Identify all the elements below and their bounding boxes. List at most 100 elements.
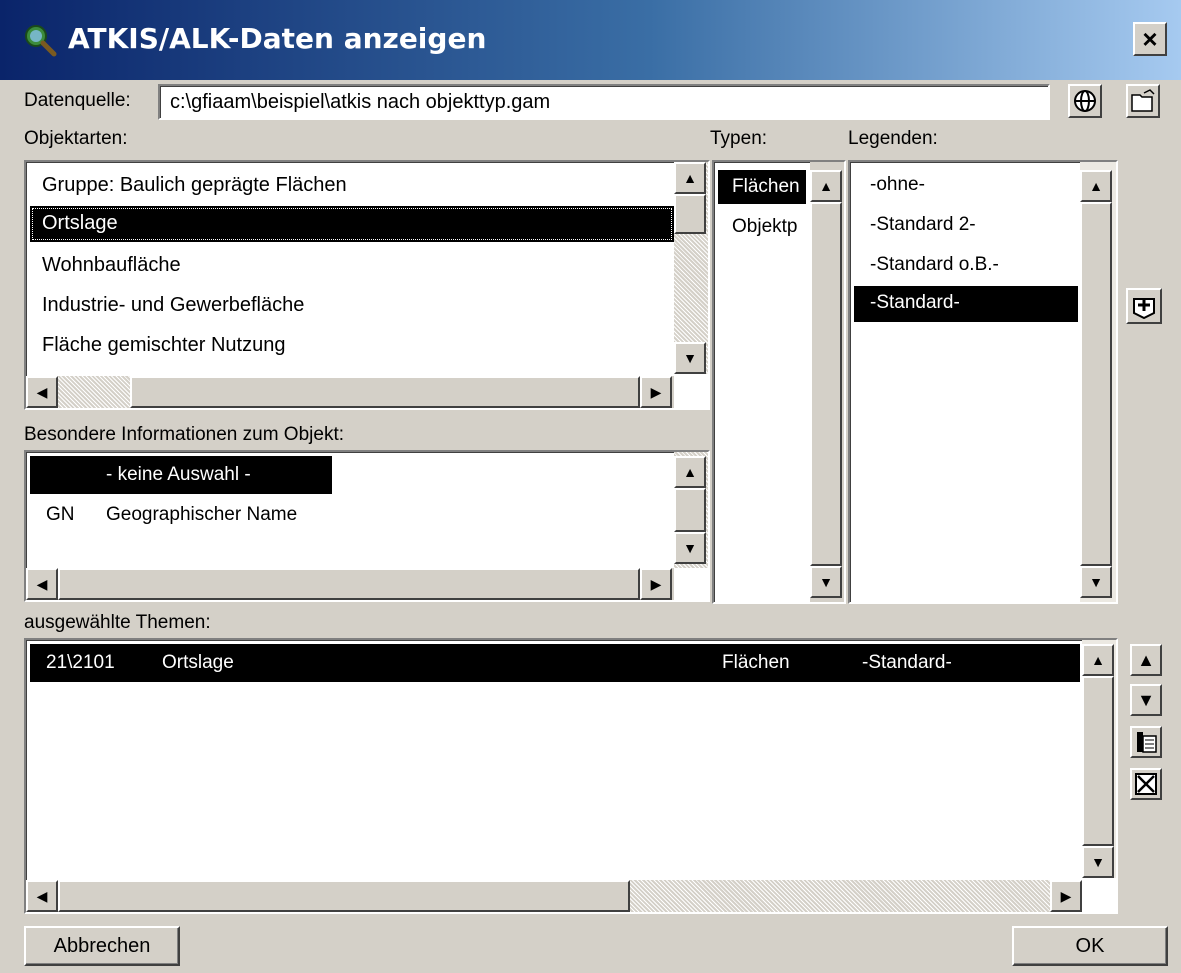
arrow-up-icon: ▲ (683, 170, 697, 186)
delete-icon (1135, 773, 1157, 795)
open-folder-icon (1131, 89, 1155, 112)
scroll-thumb[interactable] (58, 880, 630, 912)
legenden-label: Legenden: (848, 128, 938, 149)
arrow-down-icon: ▼ (683, 350, 697, 366)
ok-button[interactable]: OK (1012, 926, 1168, 966)
typen-list[interactable]: Flächen Objektp ▲ ▼ (712, 160, 846, 604)
arrow-right-icon: ▶ (650, 383, 662, 400)
arrow-down-icon: ▼ (1137, 689, 1155, 710)
scroll-left-button[interactable]: ◀ (26, 568, 58, 600)
scroll-up-button[interactable]: ▲ (1080, 170, 1112, 202)
themen-row-selected[interactable]: 21\2101 Ortslage Flächen -Standard- (30, 644, 1080, 682)
legenden-list[interactable]: -ohne- -Standard 2- -Standard o.B.- -Sta… (848, 160, 1118, 604)
arrow-right-icon: ▶ (650, 575, 662, 592)
arrow-left-icon: ◀ (36, 383, 48, 400)
typen-item[interactable]: Objektp (732, 216, 797, 238)
properties-button[interactable] (1130, 726, 1162, 758)
scroll-left-button[interactable]: ◀ (26, 880, 58, 912)
scroll-thumb[interactable] (810, 202, 842, 566)
arrow-up-icon: ▲ (819, 178, 833, 194)
cancel-button[interactable]: Abbrechen (24, 926, 180, 966)
scroll-down-button[interactable]: ▼ (1082, 846, 1114, 878)
datasource-browse-button[interactable] (1126, 84, 1160, 118)
themen-typ: Flächen (722, 652, 790, 673)
datasource-value: c:\gfiaam\beispiel\atkis nach objekttyp.… (170, 91, 551, 113)
add-theme-icon (1133, 298, 1155, 319)
datasource-info-button[interactable] (1068, 84, 1102, 118)
objektarten-label: Objektarten: (24, 128, 128, 149)
arrow-right-icon: ▶ (1060, 887, 1072, 904)
typen-item-selected[interactable]: Flächen (718, 170, 806, 204)
objektarten-item-selected[interactable]: Ortslage (30, 206, 674, 242)
globe-icon (1074, 90, 1096, 112)
scroll-down-button[interactable]: ▼ (674, 532, 706, 564)
scroll-down-button[interactable]: ▼ (1080, 566, 1112, 598)
cancel-button-label: Abbrechen (53, 934, 151, 957)
datasource-field[interactable]: c:\gfiaam\beispiel\atkis nach objekttyp.… (158, 84, 1050, 120)
scroll-thumb[interactable] (1080, 202, 1112, 566)
arrow-up-icon: ▲ (1089, 178, 1103, 194)
scroll-right-button[interactable]: ▶ (1050, 880, 1082, 912)
scroll-up-button[interactable]: ▲ (674, 162, 706, 194)
arrow-down-icon: ▼ (819, 574, 833, 590)
arrow-down-icon: ▼ (1089, 574, 1103, 590)
besondere-label: Besondere Informationen zum Objekt: (24, 424, 345, 445)
arrow-down-icon: ▼ (683, 540, 697, 556)
objektarten-item[interactable]: Wohnbaufläche (42, 254, 181, 277)
window-title: ATKIS/ALK-Daten anzeigen (68, 22, 487, 55)
scroll-thumb[interactable] (674, 194, 706, 234)
scroll-track[interactable] (58, 376, 130, 408)
typen-item-label: Flächen (732, 176, 800, 197)
legenden-item-selected[interactable]: -Standard- (854, 286, 1078, 322)
magnifier-globe-icon (22, 22, 58, 58)
scroll-up-button[interactable]: ▲ (674, 456, 706, 488)
legenden-item[interactable]: -ohne- (870, 174, 925, 196)
scroll-thumb[interactable] (130, 376, 640, 408)
scroll-right-button[interactable]: ▶ (640, 568, 672, 600)
arrow-down-icon: ▼ (1091, 854, 1105, 870)
objektarten-item-label: Ortslage (42, 212, 118, 234)
scroll-down-button[interactable]: ▼ (674, 342, 706, 374)
arrow-up-icon: ▲ (683, 464, 697, 480)
move-up-button[interactable]: ▲ (1130, 644, 1162, 676)
properties-icon (1137, 732, 1157, 753)
besondere-name: Geographischer Name (106, 504, 298, 525)
close-icon: × (1142, 24, 1158, 54)
scroll-thumb[interactable] (58, 568, 640, 600)
legenden-item[interactable]: -Standard 2- (870, 214, 976, 236)
besondere-row[interactable]: GN Geographischer Name (26, 502, 666, 538)
close-button[interactable]: × (1133, 22, 1167, 56)
objektarten-item[interactable]: Gruppe: Baulich geprägte Flächen (42, 174, 347, 197)
scroll-thumb[interactable] (674, 488, 706, 532)
add-theme-button[interactable] (1126, 288, 1162, 324)
arrow-up-icon: ▲ (1091, 652, 1105, 668)
besondere-name: - keine Auswahl - (106, 464, 251, 485)
delete-button[interactable] (1130, 768, 1162, 800)
themen-code: 21\2101 (46, 652, 115, 673)
legenden-item[interactable]: -Standard o.B.- (870, 254, 999, 276)
scroll-up-button[interactable]: ▲ (1082, 644, 1114, 676)
typen-label: Typen: (710, 128, 768, 149)
scroll-up-button[interactable]: ▲ (810, 170, 842, 202)
themen-list[interactable]: 21\2101 Ortslage Flächen -Standard- ▲ ▼ … (24, 638, 1118, 914)
datasource-label: Datenquelle: (24, 90, 131, 111)
scroll-down-button[interactable]: ▼ (810, 566, 842, 598)
scroll-left-button[interactable]: ◀ (26, 376, 58, 408)
scroll-right-button[interactable]: ▶ (640, 376, 672, 408)
arrow-left-icon: ◀ (36, 887, 48, 904)
move-down-button[interactable]: ▼ (1130, 684, 1162, 716)
legenden-item-label: -Standard- (870, 292, 960, 313)
scroll-track[interactable] (630, 880, 1050, 912)
themen-legende: -Standard- (862, 652, 952, 673)
objektarten-list[interactable]: Gruppe: Baulich geprägte Flächen Ortslag… (24, 160, 710, 410)
besondere-list[interactable]: - keine Auswahl - GN Geographischer Name… (24, 450, 710, 602)
objektarten-item[interactable]: Industrie- und Gewerbefläche (42, 294, 304, 317)
ok-button-label: OK (1075, 934, 1105, 957)
besondere-row-selected[interactable]: - keine Auswahl - (30, 456, 332, 494)
scroll-thumb[interactable] (1082, 676, 1114, 846)
arrow-left-icon: ◀ (36, 575, 48, 592)
arrow-up-icon: ▲ (1137, 649, 1155, 670)
objektarten-item[interactable]: Fläche gemischter Nutzung (42, 334, 285, 357)
besondere-code: GN (46, 504, 75, 525)
themen-name: Ortslage (162, 652, 234, 673)
